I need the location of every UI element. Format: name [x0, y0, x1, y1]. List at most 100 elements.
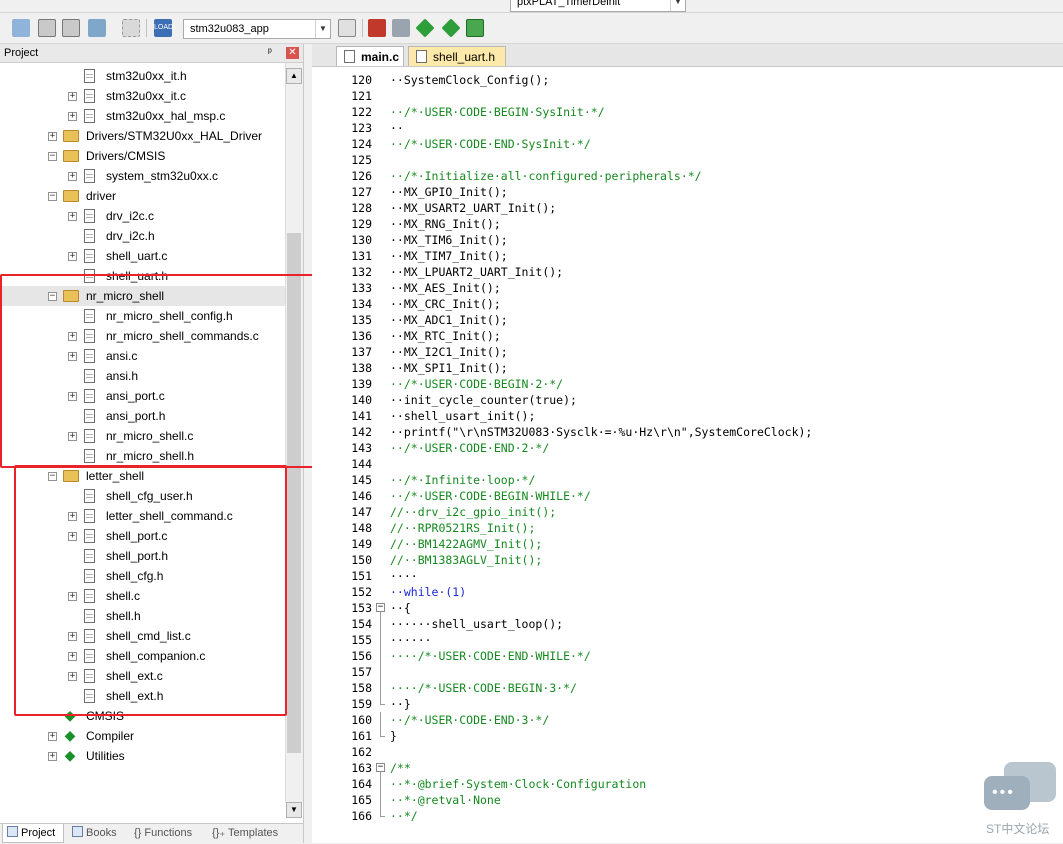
editor-tab[interactable]: shell_uart.h — [408, 46, 506, 66]
stop-build-icon[interactable] — [122, 19, 140, 37]
fold-toggle-icon[interactable]: − — [376, 760, 386, 776]
file-extensions-icon[interactable] — [392, 19, 410, 37]
tab-books[interactable]: Books — [68, 824, 126, 843]
code-line: 128 ··MX_USART2_UART_Init(); — [312, 200, 1063, 216]
manage-components-icon[interactable] — [368, 19, 386, 37]
line-number: 126 — [351, 169, 372, 183]
tab-label: {} Functions — [134, 827, 193, 839]
code-line: 154 ······shell_usart_loop(); — [312, 616, 1063, 632]
line-number: 121 — [351, 89, 372, 103]
expand-icon[interactable]: + — [68, 92, 77, 101]
code-text: ··MX_I2C1_Init(); — [390, 345, 508, 359]
target-combo[interactable]: stm32u083_app ▼ — [183, 19, 331, 39]
code-area[interactable]: 120 ··SystemClock_Config(); 121 122 ··/*·USE… — [312, 67, 1063, 843]
function-combo[interactable]: ptxPLAT_TimerDeinit ▼ — [510, 0, 686, 12]
expand-icon[interactable]: + — [68, 252, 77, 261]
editor-tab-bar: main.c shell_uart.h — [312, 44, 1063, 67]
code-line: 139 ··/*·USER·CODE·BEGIN·2·*/ — [312, 376, 1063, 392]
line-number: 166 — [351, 809, 372, 823]
rebuild-icon[interactable] — [62, 19, 80, 37]
code-line: 137 ··MX_I2C1_Init(); — [312, 344, 1063, 360]
tree-item[interactable]: + stm32u0xx_hal_msp.c — [0, 106, 285, 126]
tree-item[interactable]: + shell_uart.c — [0, 246, 285, 266]
line-number: 138 — [351, 361, 372, 375]
pack-installer-icon[interactable] — [466, 19, 484, 37]
scroll-down-icon[interactable]: ▼ — [286, 802, 302, 818]
code-line: 149 //··BM1422AGMV_Init(); — [312, 536, 1063, 552]
code-text: ··*·@brief·System·Clock·Configuration — [390, 777, 647, 791]
expand-icon[interactable]: + — [68, 112, 77, 121]
line-number: 157 — [351, 665, 372, 679]
fold-toggle-icon[interactable]: − — [376, 600, 386, 616]
pin-icon[interactable]: ᵖ — [268, 44, 272, 62]
expand-icon[interactable]: + — [48, 752, 57, 761]
line-number: 143 — [351, 441, 372, 455]
editor-tab[interactable]: main.c — [336, 46, 404, 66]
expand-icon[interactable]: + — [68, 212, 77, 221]
fold-guide — [376, 632, 386, 648]
tree-item[interactable]: + ◆ Compiler — [0, 726, 285, 746]
collapse-icon[interactable]: − — [48, 192, 57, 201]
tree-item[interactable]: drv_i2c.h — [0, 226, 285, 246]
batch-build-icon[interactable] — [88, 19, 106, 37]
tree-item[interactable]: stm32u0xx_it.h — [0, 66, 285, 86]
line-number: 165 — [351, 793, 372, 807]
green-diamond-icon[interactable] — [415, 18, 435, 38]
books-icon — [72, 826, 83, 837]
tree-item[interactable]: + ◆ Utilities — [0, 746, 285, 766]
fold-guide — [376, 664, 386, 680]
chevron-down-icon[interactable]: ▼ — [315, 20, 330, 38]
options-wand-icon[interactable] — [338, 19, 356, 37]
line-number: 123 — [351, 121, 372, 135]
tree-item-label: driver — [86, 189, 117, 203]
line-number: 151 — [351, 569, 372, 583]
code-text: ····/*·USER·CODE·BEGIN·3·*/ — [390, 681, 577, 695]
line-number: 140 — [351, 393, 372, 407]
code-text: ··/*·USER·CODE·END·2·*/ — [390, 441, 550, 455]
tree-item[interactable]: + Drivers/STM32U0xx_HAL_Driver — [0, 126, 285, 146]
fold-guide — [376, 712, 386, 728]
code-text: } — [390, 729, 397, 743]
run-diamond-icon[interactable] — [441, 18, 461, 38]
code-line: 156 ····/*·USER·CODE·END·WHILE·*/ — [312, 648, 1063, 664]
line-number: 158 — [351, 681, 372, 695]
tab-templates[interactable]: {}₊ Templates — [208, 824, 292, 843]
tab-project[interactable]: Project — [2, 824, 64, 843]
chevron-down-icon[interactable]: ▼ — [670, 0, 685, 11]
line-number: 152 — [351, 585, 372, 599]
toolbar-separator — [362, 19, 363, 37]
load-icon[interactable]: LOAD — [154, 19, 173, 37]
line-number: 160 — [351, 713, 372, 727]
annotation-box-nr-micro-shell — [0, 274, 315, 468]
tree-item[interactable]: − Drivers/CMSIS — [0, 146, 285, 166]
code-line: 147 //··drv_i2c_gpio_init(); — [312, 504, 1063, 520]
editor-tab-label: main.c — [361, 50, 400, 64]
expand-icon[interactable]: + — [48, 132, 57, 141]
build-icon[interactable] — [38, 19, 56, 37]
line-number: 159 — [351, 697, 372, 711]
code-text: ··/*·USER·CODE·BEGIN·WHILE·*/ — [390, 489, 591, 503]
code-text: ··MX_ADC1_Init(); — [390, 313, 508, 327]
expand-icon[interactable]: + — [68, 172, 77, 181]
expand-icon[interactable]: + — [48, 732, 57, 741]
tree-item-label: Drivers/STM32U0xx_HAL_Driver — [86, 129, 263, 143]
code-editor[interactable]: main.c shell_uart.h 120 ··SystemClock_Conf… — [312, 44, 1063, 843]
file-icon — [84, 109, 95, 123]
tree-item[interactable]: − driver — [0, 186, 285, 206]
tab-functions[interactable]: {} Functions — [130, 824, 206, 843]
code-text: ··{ — [390, 601, 411, 615]
line-number: 146 — [351, 489, 372, 503]
tree-item[interactable]: + drv_i2c.c — [0, 206, 285, 226]
code-text: ···· — [390, 569, 418, 583]
code-text: ······ — [390, 633, 432, 647]
close-icon[interactable]: ✕ — [286, 47, 299, 59]
collapse-icon[interactable]: − — [48, 152, 57, 161]
code-line: 123 ·· — [312, 120, 1063, 136]
scroll-up-icon[interactable]: ▲ — [286, 68, 302, 84]
tree-item[interactable]: + system_stm32u0xx.c — [0, 166, 285, 186]
tree-item[interactable]: + stm32u0xx_it.c — [0, 86, 285, 106]
tree-item-label: stm32u0xx_it.h — [106, 69, 187, 83]
code-line: 148 //··RPR0521RS_Init(); — [312, 520, 1063, 536]
translate-icon[interactable] — [12, 19, 30, 37]
code-line: 153− ··{ — [312, 600, 1063, 616]
